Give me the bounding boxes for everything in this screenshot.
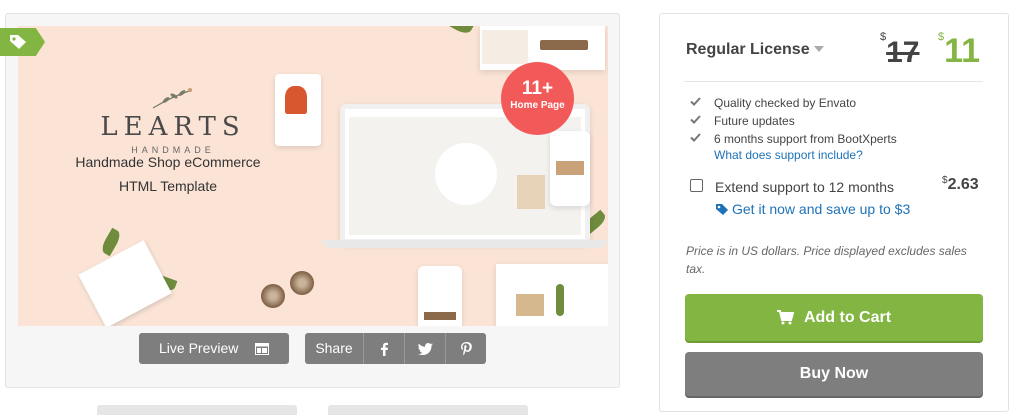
pinecone-image	[290, 271, 314, 295]
check-icon	[690, 133, 701, 142]
add-to-cart-label: Add to Cart	[803, 308, 892, 326]
share-bar: Share	[305, 333, 486, 364]
check-icon	[690, 97, 701, 106]
pinterest-share-button[interactable]	[446, 333, 486, 364]
extend-support-label[interactable]: Extend support to 12 months	[715, 179, 894, 195]
feature-label: Future updates	[714, 114, 795, 128]
save-offer-label: Get it now and save up to $3	[732, 201, 911, 217]
sale-price-amount: 11	[944, 32, 981, 70]
tab-stub	[328, 405, 528, 415]
support-info-link[interactable]: What does support include?	[714, 148, 863, 162]
license-type-label: Regular License	[686, 41, 810, 58]
facebook-share-button[interactable]	[364, 333, 405, 364]
save-offer-link[interactable]: Get it now and save up to $3	[715, 201, 910, 217]
laptop-screen	[349, 117, 581, 235]
logo-name: LEARTS	[100, 112, 246, 142]
cart-icon	[776, 310, 794, 325]
chevron-down-icon	[813, 46, 824, 52]
twitter-share-button[interactable]	[405, 333, 446, 364]
layout-icon	[255, 343, 269, 355]
shop-photo-mockup	[496, 264, 608, 326]
pinecone-image	[261, 284, 285, 308]
buy-now-label: Buy Now	[799, 365, 869, 382]
badge-count: 11+	[521, 78, 554, 99]
add-to-cart-button[interactable]: Add to Cart	[685, 294, 983, 341]
check-icon	[690, 115, 701, 124]
facebook-icon	[381, 342, 388, 356]
badge-label: Home Page	[510, 100, 565, 111]
pinterest-icon	[460, 341, 472, 355]
extend-support-price: $2.63	[942, 175, 979, 194]
price-tag-icon	[716, 204, 728, 215]
buy-now-button[interactable]: Buy Now	[685, 352, 983, 396]
phone-mockup	[550, 131, 590, 206]
license-panel: Regular License $17 $11 Quality checked …	[659, 13, 1009, 412]
leaf-decoration	[441, 26, 475, 37]
feature-item: Quality checked by Envato	[690, 94, 897, 112]
license-selector[interactable]: Regular License	[686, 41, 824, 59]
product-image	[424, 312, 456, 320]
original-price-amount: 17	[886, 36, 920, 69]
feature-label: 6 months support from BootXperts	[714, 132, 897, 146]
laptop-base	[323, 240, 607, 248]
live-preview-button[interactable]: Live Preview	[139, 333, 289, 364]
twitter-icon	[417, 342, 433, 355]
learts-logo: LEARTS HANDMADE	[88, 86, 258, 155]
product-image	[285, 86, 307, 114]
divider	[684, 81, 983, 82]
phone-mockup	[418, 266, 462, 326]
sale-tag	[0, 28, 45, 56]
tagline-line: HTML Template	[118, 178, 218, 194]
tagline-line: Handmade Shop eCommerce	[75, 154, 261, 170]
product-image	[556, 161, 584, 175]
item-preview-card: LEARTS HANDMADE Handmade Shop eCommerce …	[0, 13, 620, 388]
gift-box-image	[78, 240, 172, 326]
share-label: Share	[305, 333, 364, 364]
bag-image	[517, 175, 545, 209]
phone-mockup	[275, 74, 321, 146]
wood-blocks-image	[516, 294, 544, 316]
board-image	[540, 40, 588, 50]
leaf-branch-icon	[152, 88, 193, 109]
tab-stub	[97, 405, 297, 415]
features-list: Quality checked by Envato Future updates…	[690, 94, 897, 148]
feature-item: Future updates	[690, 112, 897, 130]
preview-image[interactable]: LEARTS HANDMADE Handmade Shop eCommerce …	[18, 26, 608, 326]
extend-support-checkbox[interactable]	[690, 179, 703, 192]
live-preview-label: Live Preview	[159, 340, 239, 356]
price-disclaimer: Price is in US dollars. Price displayed …	[686, 244, 967, 276]
feature-label: Quality checked by Envato	[714, 96, 857, 110]
original-price: $17	[880, 31, 920, 70]
card-text-area	[482, 30, 528, 64]
price-tag-icon	[10, 35, 26, 49]
plant-image	[556, 284, 564, 316]
store-circle	[435, 143, 497, 205]
sale-price: $11	[938, 31, 980, 71]
home-pages-badge: 11+ Home Page	[501, 62, 574, 135]
feature-item: 6 months support from BootXperts	[690, 130, 897, 148]
product-tagline: Handmade Shop eCommerce HTML Template	[58, 150, 278, 198]
extend-price-amount: 2.63	[947, 176, 979, 193]
